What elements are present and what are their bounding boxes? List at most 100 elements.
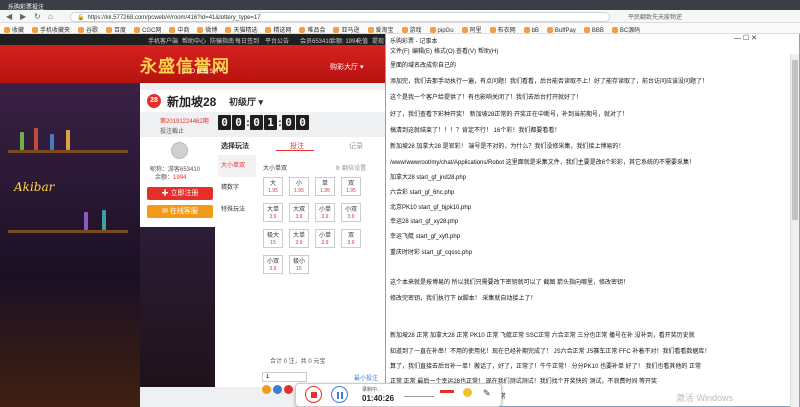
odds-cell[interactable]: 单 1.95 [315,177,335,196]
user-balance: 余额：1994 [155,175,187,181]
bookmark-item[interactable]: BBB [583,27,604,33]
bookmark-item[interactable]: 精选网 [265,25,291,33]
bookmark-item[interactable]: BC源码 [611,25,640,33]
bookmark-icon [225,27,232,33]
back-icon[interactable]: ◀ [6,12,12,21]
odds-cell[interactable]: 小双 3.9 [341,203,361,222]
odds-cell[interactable]: 双 3.9 [341,229,361,248]
notepad-line: /www/wwwroot/my/chat/Applications/Robot … [390,160,696,166]
anti-fraud-link[interactable]: 防骗指南 [210,36,234,45]
bookmark-item[interactable]: 手机收藏夹 [32,25,70,33]
bookmark-item[interactable]: bB [523,27,539,33]
pen-icon[interactable]: ✎ [483,388,491,399]
stop-record-button[interactable] [305,386,322,403]
bookmark-icon [489,27,496,33]
bottle-decoration [34,128,38,150]
bookmark-item[interactable]: pipGu [429,27,454,33]
site-top-strip: 手机客户端 帮助中心 防骗指南 每日签到 平台公告 会员653410 余额: 1994… [0,34,385,45]
bookmark-item[interactable]: 微博 [197,25,217,33]
odds-cell[interactable]: 小双 3.9 [263,255,283,274]
marker-icon[interactable] [463,388,472,397]
search-suggestion[interactable]: 平民翻致先天废物逆 [628,12,682,21]
bookmark-item[interactable]: 天猫精选 [225,25,257,33]
tab-play-rules[interactable]: 选择玩法 [221,141,249,151]
bottle-decoration [66,130,70,150]
lobby-link[interactable]: 购彩大厅 ▾ [330,62,363,72]
topstrip-link[interactable]: 平台公告 [265,36,289,45]
bookmark-icon [134,27,141,33]
bookmark-item[interactable]: BuffPay [546,27,576,33]
bookmark-item[interactable]: 游戏 [401,25,422,33]
bookmark-item[interactable]: 中商 [169,25,189,33]
bookmark-item[interactable]: 百度 [106,25,126,33]
game-icon[interactable] [284,385,293,394]
bookmark-item[interactable]: CGC网 [134,25,161,33]
bookmark-item[interactable]: 布衣网 [489,25,516,33]
customer-service-button[interactable]: ✉ 在线客服 [147,205,213,218]
home-icon[interactable]: ⌂ [48,12,53,21]
forward-icon[interactable]: ▶ [20,12,26,21]
game-icon[interactable] [262,385,271,394]
bet-amount-input[interactable] [262,372,307,382]
notepad-menu: 文件(F) 编辑(E) 格式(O) 查看(V) 帮助(H) [386,45,799,55]
odds-cell[interactable]: 大单 3.9 [289,229,309,248]
user-plus-icon: ✚ [161,190,169,197]
register-button[interactable]: ✚ 立即注册 [147,187,213,200]
odds-cell[interactable]: 大双 3.9 [289,203,309,222]
room-selector[interactable]: 初级厅 ▾ [229,95,263,108]
window-controls[interactable]: — ☐ ✕ [734,34,757,42]
notepad-line: 加拿大28 start_gf_jnd28.php [390,175,467,181]
line-tool-icon[interactable] [404,396,434,397]
mobile-client-link[interactable]: 手机客户端 [148,36,178,45]
odds-cell[interactable]: 双 1.95 [341,177,361,196]
topstrip-link[interactable]: 会员653410 [300,36,332,45]
topstrip-link[interactable]: 提现 [372,36,384,45]
bookmark-icon [546,27,553,33]
bookmark-icon [429,27,436,33]
odds-cell[interactable]: 极大 15 [263,229,283,248]
bookmark-item[interactable]: 收藏 [4,25,24,33]
bottle-decoration [20,132,24,150]
odds-cell[interactable]: 小 1.95 [289,177,309,196]
notepad-line: 幸运28 start_gf_xy28.php [390,219,459,225]
notepad-line: 北京PK10 start_gf_bjpk10.php [390,205,472,211]
odds-cell[interactable]: 大 1.95 [263,177,283,196]
refresh-icon[interactable]: ↻ [34,12,41,21]
side-menu-item[interactable]: 特殊玩法 [218,199,256,221]
bookmark-item[interactable]: 唯品会 [299,25,325,33]
side-menu-item[interactable]: 大小单双 [218,155,256,177]
highlighter-icon[interactable] [440,390,454,393]
notepad-line: 搞清到这就结束了！！！？肯定不行！ 16个彩！我们都要看看！ [390,128,561,134]
multiplier-setting[interactable]: ⚙ 翻倍设置 [335,163,366,172]
min-bet-link[interactable]: 最小投注 [354,373,378,382]
topstrip-link[interactable]: 每日签到 [235,36,259,45]
odds-cell[interactable]: 小单 3.9 [315,203,335,222]
countdown-timer: 00:01:00 [218,115,310,130]
lock-icon: 🔒 [77,15,85,21]
browser-tab[interactable]: 乐购彩票投注 [2,1,50,11]
site-logo-sub: HONESTY [184,69,228,75]
bookmark-item[interactable]: 爱淘宝 [367,25,394,33]
odds-cell[interactable]: 小单 3.9 [315,229,335,248]
bookmark-item[interactable]: 阿里 [461,25,482,33]
side-menu-item[interactable]: 猜数字 [218,177,256,199]
odds-cell[interactable]: 极小 15 [289,255,309,274]
avatar [171,142,188,159]
notepad-line: 幸运飞艇 start_gf_xyft.php [390,234,461,240]
notepad-text-area[interactable]: 里面的域名改成你自己的 添加完，我们去那手动执行一遍，有点问题！我们看看，后台能否… [390,54,785,407]
scrollbar-thumb[interactable] [792,60,798,220]
tab-records[interactable]: 记录 [349,141,363,151]
bookmark-icon [78,27,85,33]
bookmark-icon [523,27,530,33]
help-link[interactable]: 帮助中心 [182,36,206,45]
topstrip-link[interactable]: 充值 [356,36,368,45]
bookmark-item[interactable]: 谷歌 [78,25,98,33]
bookmark-item[interactable]: 亚马逊 [333,25,360,33]
notepad-line: 这个本来就是按博易的 所以我们只需要改下密钥就可以了 截图 箭头指向哪里，修改密… [390,280,630,286]
topstrip-link[interactable]: 余额: 1994 [330,36,359,45]
bookmark-icon [197,27,204,33]
url-input[interactable]: 🔒 https://kk.577268.com/pcweb/#/room/416?… [70,12,610,22]
pause-record-button[interactable] [331,386,348,403]
odds-cell[interactable]: 大单 3.9 [263,203,283,222]
game-icon[interactable] [273,385,282,394]
